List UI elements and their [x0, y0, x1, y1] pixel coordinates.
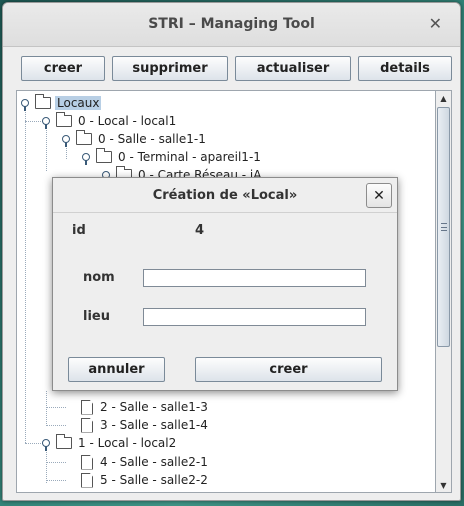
- folder-icon: [35, 94, 51, 109]
- tree-connector: [46, 462, 66, 463]
- id-label: id: [72, 223, 86, 238]
- details-button[interactable]: details: [358, 56, 452, 81]
- delete-button[interactable]: supprimer: [112, 56, 228, 81]
- tree-node-salle2-2[interactable]: 5 - Salle - salle2-2: [81, 471, 210, 489]
- scroll-down-icon[interactable]: ▼: [436, 478, 451, 492]
- file-icon: [81, 399, 93, 415]
- nom-label: nom: [83, 270, 115, 285]
- tree-node-salle1-1[interactable]: 0 - Salle - salle1-1: [62, 130, 208, 148]
- folder-icon: [56, 434, 72, 449]
- tree-node-label: 0 - Terminal - apareil1-1: [118, 150, 261, 164]
- grip-icon: [441, 223, 447, 231]
- refresh-button[interactable]: actualiser: [235, 56, 351, 81]
- scrollbar-thumb[interactable]: [437, 107, 450, 347]
- lieu-label: lieu: [83, 309, 110, 324]
- nom-field[interactable]: [143, 269, 366, 287]
- tree-scrollbar[interactable]: ▲ ▼: [436, 90, 452, 493]
- folder-icon: [96, 148, 112, 163]
- expand-toggle-icon[interactable]: [82, 153, 90, 165]
- tree-connector: [25, 103, 26, 443]
- lieu-field[interactable]: [143, 308, 366, 326]
- scroll-up-icon[interactable]: ▲: [436, 91, 451, 105]
- dialog-create-button[interactable]: creer: [195, 357, 382, 382]
- window-title: STRI – Managing Tool: [148, 16, 315, 32]
- tree-node-label: 5 - Salle - salle2-2: [100, 473, 208, 487]
- create-button[interactable]: creer: [21, 56, 105, 81]
- tree-connector: [46, 407, 66, 408]
- tree-node-local1[interactable]: 0 - Local - local1: [42, 112, 178, 130]
- tree-node-label: 0 - Salle - salle1-1: [98, 132, 206, 146]
- tree-node-salle1-4[interactable]: 3 - Salle - salle1-4: [81, 416, 210, 434]
- expand-toggle-icon[interactable]: [42, 439, 50, 451]
- title-bar[interactable]: STRI – Managing Tool ✕: [3, 3, 460, 47]
- tree-connector: [46, 425, 66, 426]
- expand-toggle-icon[interactable]: [42, 117, 50, 129]
- tree-node-root[interactable]: Locaux: [21, 94, 102, 112]
- tree-node-label: 1 - Local - local2: [78, 436, 177, 450]
- tree-connector: [46, 391, 47, 426]
- tree-node-salle2-1[interactable]: 4 - Salle - salle2-1: [81, 453, 210, 471]
- file-icon: [81, 454, 93, 470]
- tree-node-label: 0 - Local - local1: [78, 114, 177, 128]
- folder-icon: [76, 130, 92, 145]
- expand-toggle-icon[interactable]: [62, 135, 70, 147]
- id-value: 4: [195, 223, 205, 238]
- tree-node-terminal[interactable]: 0 - Terminal - apareil1-1: [82, 148, 263, 166]
- tree-node-salle1-3[interactable]: 2 - Salle - salle1-3: [81, 398, 210, 416]
- expand-toggle-icon[interactable]: [21, 99, 29, 111]
- file-icon: [81, 417, 93, 433]
- tree-node-label: 4 - Salle - salle2-1: [100, 455, 208, 469]
- tree-node-label: 2 - Salle - salle1-3: [100, 400, 208, 414]
- tree-node-label: Locaux: [55, 96, 102, 110]
- tree-node-local2[interactable]: 1 - Local - local2: [42, 434, 178, 452]
- file-icon: [81, 472, 93, 488]
- dialog-title: Création de «Local»: [53, 178, 397, 213]
- folder-icon: [56, 112, 72, 127]
- create-local-dialog: Création de «Local» ✕ id 4 nom lieu annu…: [52, 177, 398, 391]
- close-icon: ✕: [373, 187, 385, 204]
- tree-node-label: 3 - Salle - salle1-4: [100, 418, 208, 432]
- close-icon[interactable]: ✕: [429, 14, 442, 33]
- cancel-button[interactable]: annuler: [68, 357, 165, 382]
- tree-connector: [46, 480, 66, 481]
- dialog-close-button[interactable]: ✕: [366, 183, 392, 208]
